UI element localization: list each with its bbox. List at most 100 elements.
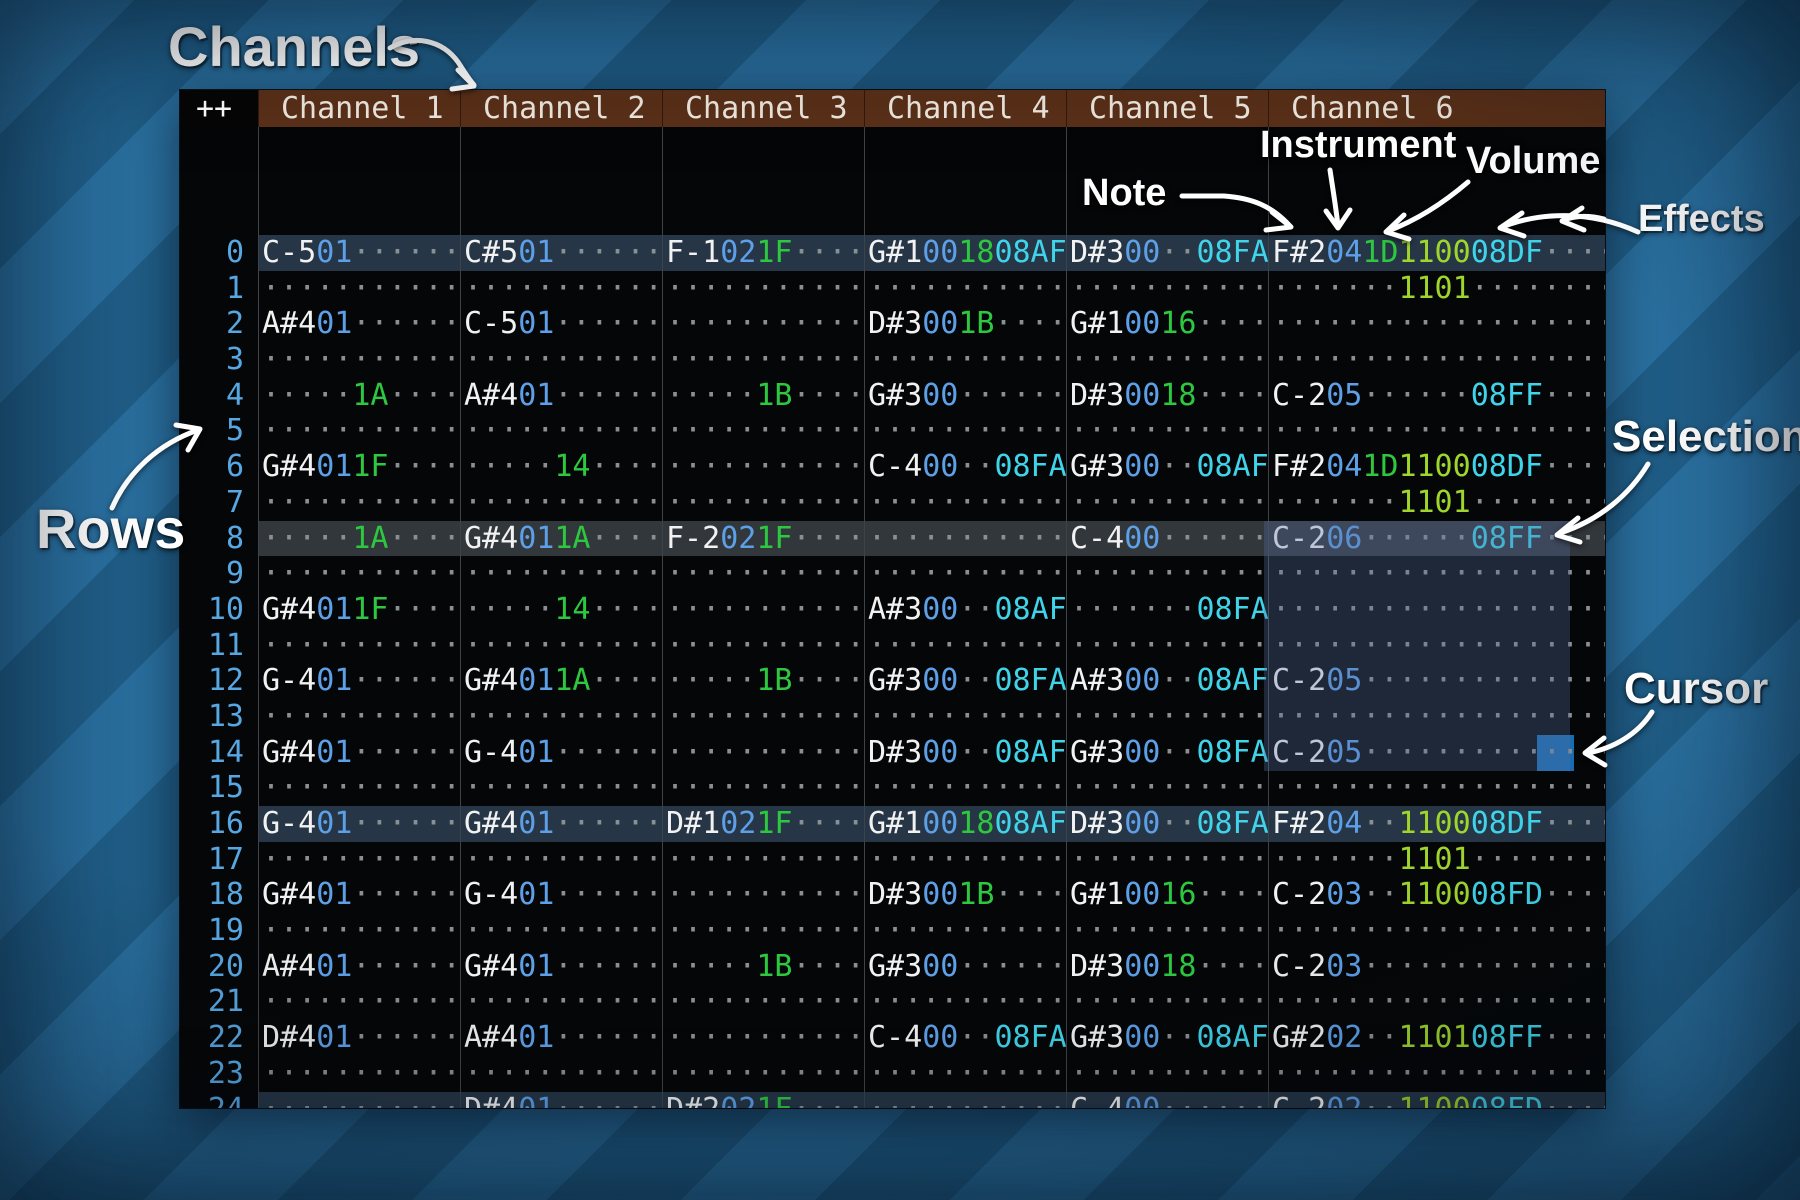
pattern-cell-r17-ch6[interactable]: ·······1101········	[1268, 842, 1605, 878]
pattern-cell-r12-ch5[interactable]: A#300··08AF	[1066, 663, 1268, 699]
pattern-cell-r10-ch3[interactable]: ···········	[662, 592, 864, 628]
pattern-cell-r0-ch5[interactable]: D#300··08FA	[1066, 235, 1268, 271]
pattern-cell-r22-ch2[interactable]: A#401······	[460, 1020, 662, 1056]
pattern-cell-r10-ch6[interactable]: ···················	[1268, 592, 1605, 628]
channel-header-4[interactable]: Channel 4	[864, 90, 1066, 127]
pattern-cell-r11-ch1[interactable]: ···········	[258, 628, 460, 664]
pattern-cell-r23-ch4[interactable]: ···········	[864, 1056, 1066, 1092]
pattern-cell-r2-ch5[interactable]: G#10016····	[1066, 306, 1268, 342]
pattern-cell-r9-ch2[interactable]: ···········	[460, 556, 662, 592]
pattern-cell-r2-ch2[interactable]: C-501······	[460, 306, 662, 342]
pattern-cell-r14-ch5[interactable]: G#300··08FA	[1066, 735, 1268, 771]
pattern-cell-r4-ch1[interactable]: ·····1A····	[258, 378, 460, 414]
pattern-cell-r8-ch5[interactable]: C-400······	[1066, 521, 1268, 557]
pattern-cell-r0-ch4[interactable]: G#1001808AF	[864, 235, 1066, 271]
pattern-cell-r7-ch3[interactable]: ···········	[662, 485, 864, 521]
pattern-cell-r15-ch2[interactable]: ···········	[460, 770, 662, 806]
pattern-cell-r24-ch2[interactable]: D#401······	[460, 1092, 662, 1109]
pattern-cell-r23-ch3[interactable]: ···········	[662, 1056, 864, 1092]
pattern-cell-r19-ch2[interactable]: ···········	[460, 913, 662, 949]
pattern-cell-r0-ch3[interactable]: F-1021F····	[662, 235, 864, 271]
pattern-cell-r16-ch4[interactable]: G#1001808AF	[864, 806, 1066, 842]
channel-header-1[interactable]: Channel 1	[258, 90, 460, 127]
pattern-cell-r15-ch4[interactable]: ···········	[864, 770, 1066, 806]
pattern-cell-r24-ch4[interactable]: ···········	[864, 1092, 1066, 1109]
channel-header-6[interactable]: Channel 6	[1268, 90, 1605, 127]
pattern-corner-button[interactable]: ++	[180, 90, 258, 127]
pattern-cell-r2-ch6[interactable]: ···················	[1268, 306, 1605, 342]
channel-header-2[interactable]: Channel 2	[460, 90, 662, 127]
pattern-cell-r12-ch3[interactable]: ·····1B····	[662, 663, 864, 699]
pattern-cell-r6-ch5[interactable]: G#300··08AF	[1066, 449, 1268, 485]
pattern-cell-r19-ch3[interactable]: ···········	[662, 913, 864, 949]
pattern-cell-r21-ch2[interactable]: ···········	[460, 984, 662, 1020]
pattern-cell-r1-ch4[interactable]: ···········	[864, 271, 1066, 307]
pattern-cell-r8-ch1[interactable]: ·····1A····	[258, 521, 460, 557]
pattern-cell-r19-ch4[interactable]: ···········	[864, 913, 1066, 949]
pattern-cell-r19-ch5[interactable]: ···········	[1066, 913, 1268, 949]
pattern-cell-r12-ch4[interactable]: G#300··08FA	[864, 663, 1066, 699]
pattern-cell-r13-ch1[interactable]: ···········	[258, 699, 460, 735]
pattern-cell-r9-ch4[interactable]: ···········	[864, 556, 1066, 592]
pattern-cell-r4-ch3[interactable]: ·····1B····	[662, 378, 864, 414]
pattern-cell-r0-ch6[interactable]: F#2041D110008DF····	[1268, 235, 1605, 271]
pattern-cell-r20-ch4[interactable]: G#300······	[864, 949, 1066, 985]
pattern-cell-r21-ch5[interactable]: ···········	[1066, 984, 1268, 1020]
pattern-cell-r1-ch5[interactable]: ···········	[1066, 271, 1268, 307]
pattern-cell-r13-ch5[interactable]: ···········	[1066, 699, 1268, 735]
pattern-cell-r10-ch5[interactable]: ·······08FA	[1066, 592, 1268, 628]
pattern-cell-r16-ch3[interactable]: D#1021F····	[662, 806, 864, 842]
pattern-cell-r23-ch5[interactable]: ···········	[1066, 1056, 1268, 1092]
pattern-cell-r4-ch2[interactable]: A#401······	[460, 378, 662, 414]
pattern-cell-r11-ch4[interactable]: ···········	[864, 628, 1066, 664]
pattern-cell-r20-ch6[interactable]: C-203··············	[1268, 949, 1605, 985]
pattern-cell-r9-ch6[interactable]: ···················	[1268, 556, 1605, 592]
pattern-cell-r1-ch3[interactable]: ···········	[662, 271, 864, 307]
pattern-cell-r1-ch1[interactable]: ···········	[258, 271, 460, 307]
pattern-cell-r1-ch2[interactable]: ···········	[460, 271, 662, 307]
pattern-cell-r11-ch3[interactable]: ···········	[662, 628, 864, 664]
pattern-cell-r15-ch3[interactable]: ···········	[662, 770, 864, 806]
pattern-cell-r3-ch5[interactable]: ···········	[1066, 342, 1268, 378]
pattern-cell-r14-ch2[interactable]: G-401······	[460, 735, 662, 771]
pattern-cell-r14-ch3[interactable]: ···········	[662, 735, 864, 771]
pattern-cell-r5-ch6[interactable]: ···················	[1268, 413, 1605, 449]
pattern-cell-r4-ch4[interactable]: G#300······	[864, 378, 1066, 414]
pattern-cell-r18-ch6[interactable]: C-203··110008FD····	[1268, 877, 1605, 913]
pattern-cell-r15-ch1[interactable]: ···········	[258, 770, 460, 806]
pattern-cell-r9-ch3[interactable]: ···········	[662, 556, 864, 592]
pattern-cell-r17-ch1[interactable]: ···········	[258, 842, 460, 878]
pattern-cell-r24-ch6[interactable]: C-202··110008FD····	[1268, 1092, 1605, 1109]
pattern-cell-r5-ch1[interactable]: ···········	[258, 413, 460, 449]
pattern-cell-r21-ch1[interactable]: ···········	[258, 984, 460, 1020]
pattern-cell-r12-ch6[interactable]: C-205··············	[1268, 663, 1605, 699]
pattern-cell-r0-ch1[interactable]: C-501······	[258, 235, 460, 271]
pattern-cell-r21-ch3[interactable]: ···········	[662, 984, 864, 1020]
pattern-cell-r5-ch4[interactable]: ···········	[864, 413, 1066, 449]
pattern-cell-r6-ch2[interactable]: ·····14····	[460, 449, 662, 485]
pattern-cell-r17-ch2[interactable]: ···········	[460, 842, 662, 878]
pattern-cell-r18-ch1[interactable]: G#401······	[258, 877, 460, 913]
pattern-cell-r2-ch1[interactable]: A#401······	[258, 306, 460, 342]
pattern-cell-r23-ch1[interactable]: ···········	[258, 1056, 460, 1092]
pattern-cell-r7-ch2[interactable]: ···········	[460, 485, 662, 521]
pattern-cell-r7-ch1[interactable]: ···········	[258, 485, 460, 521]
pattern-cell-r10-ch2[interactable]: ·····14····	[460, 592, 662, 628]
pattern-cell-r3-ch6[interactable]: ···················	[1268, 342, 1605, 378]
pattern-cell-r9-ch1[interactable]: ···········	[258, 556, 460, 592]
pattern-cell-r16-ch5[interactable]: D#300··08FA	[1066, 806, 1268, 842]
pattern-cell-r4-ch5[interactable]: D#30018····	[1066, 378, 1268, 414]
pattern-cell-r14-ch4[interactable]: D#300··08AF	[864, 735, 1066, 771]
pattern-cell-r21-ch6[interactable]: ···················	[1268, 984, 1605, 1020]
pattern-cell-r17-ch5[interactable]: ···········	[1066, 842, 1268, 878]
pattern-cell-r5-ch3[interactable]: ···········	[662, 413, 864, 449]
pattern-cell-r5-ch2[interactable]: ···········	[460, 413, 662, 449]
pattern-cell-r13-ch6[interactable]: ···················	[1268, 699, 1605, 735]
pattern-cell-r20-ch5[interactable]: D#30018····	[1066, 949, 1268, 985]
pattern-cell-r22-ch3[interactable]: ···········	[662, 1020, 864, 1056]
pattern-cell-r19-ch6[interactable]: ···················	[1268, 913, 1605, 949]
pattern-cell-r2-ch3[interactable]: ···········	[662, 306, 864, 342]
pattern-cell-r8-ch6[interactable]: C-206······08FF····	[1268, 521, 1605, 557]
pattern-cell-r11-ch2[interactable]: ···········	[460, 628, 662, 664]
pattern-cell-r6-ch3[interactable]: ···········	[662, 449, 864, 485]
